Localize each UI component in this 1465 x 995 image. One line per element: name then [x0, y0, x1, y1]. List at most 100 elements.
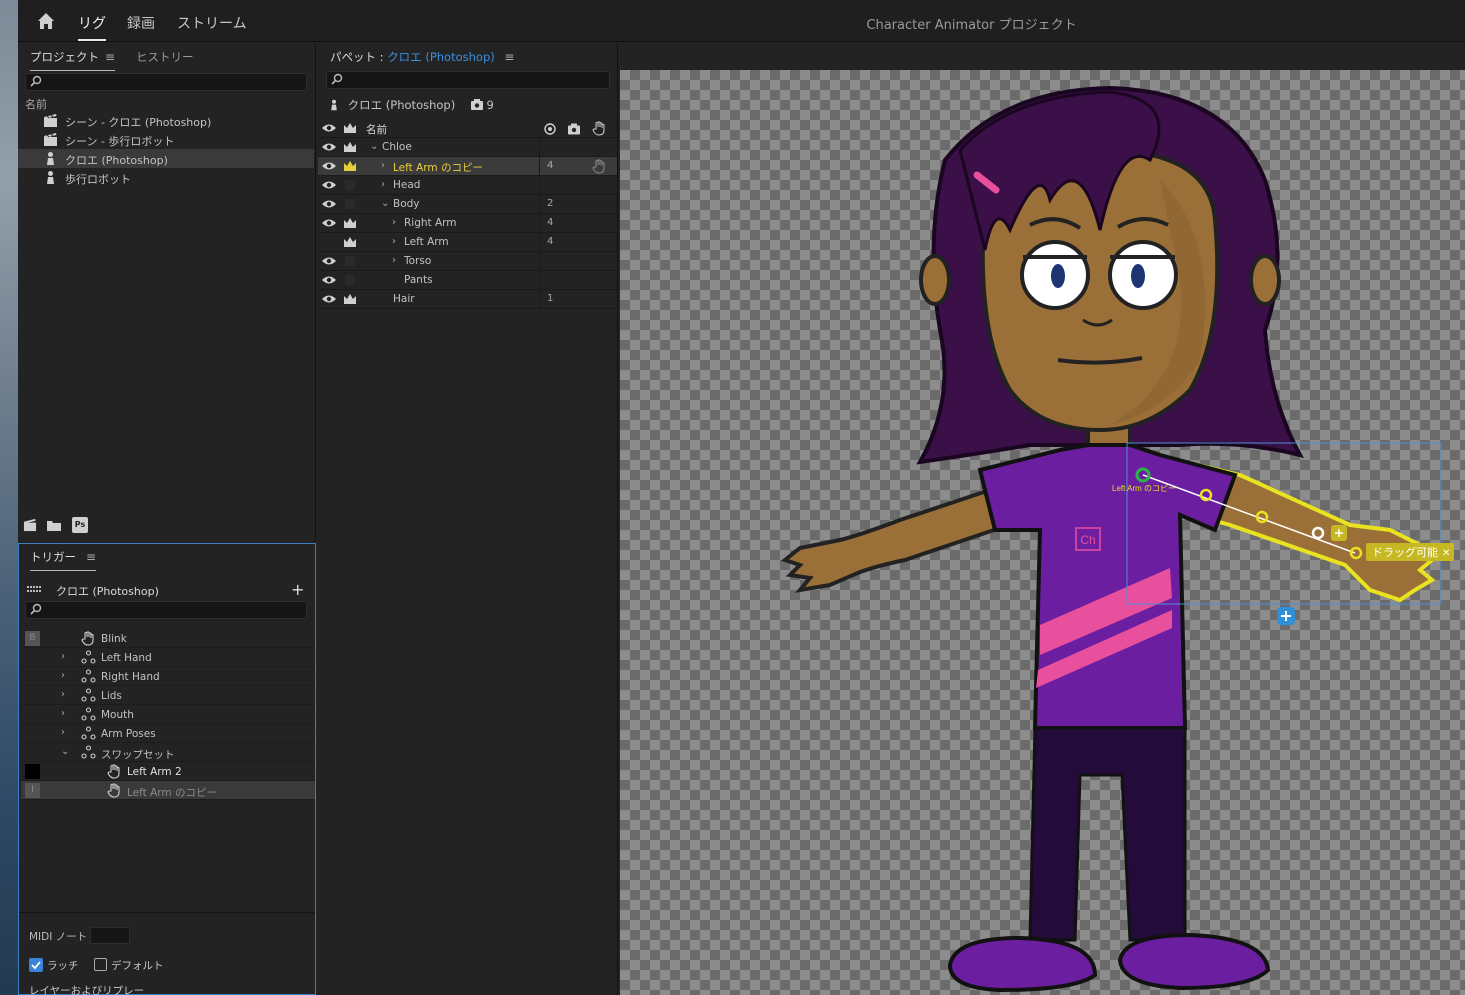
- trigger-row[interactable]: › Right Hand: [21, 667, 315, 686]
- crown-icon[interactable]: [343, 293, 357, 305]
- trigger-key[interactable]: [25, 688, 40, 703]
- default-checkbox[interactable]: [94, 958, 107, 971]
- trigger-row[interactable]: I Left Arm のコピー: [21, 781, 315, 800]
- expand-chevron-icon[interactable]: ›: [381, 160, 385, 171]
- layer-row[interactable]: ⌄ Body 2: [318, 195, 617, 214]
- expand-chevron-icon[interactable]: ›: [392, 255, 396, 266]
- origin-icon[interactable]: [544, 123, 556, 135]
- trigger-row[interactable]: › Arm Poses: [21, 724, 315, 743]
- folder-icon[interactable]: [46, 519, 62, 532]
- layer-row[interactable]: Hair 1: [318, 290, 617, 309]
- layer-row[interactable]: Pants: [318, 271, 617, 290]
- trigger-row[interactable]: › Lids: [21, 686, 315, 705]
- eye-icon[interactable]: [322, 199, 336, 209]
- expand-chevron-icon[interactable]: ›: [61, 708, 65, 719]
- project-item-puppet-chloe[interactable]: クロエ (Photoshop): [18, 149, 314, 168]
- latch-checkbox[interactable]: [29, 958, 43, 972]
- eye-icon[interactable]: [322, 218, 336, 228]
- tab-project[interactable]: プロジェクト ≡: [30, 49, 116, 71]
- menu-icon[interactable]: ≡: [105, 50, 115, 64]
- crown-icon[interactable]: [343, 141, 357, 153]
- collapse-chevron-icon[interactable]: ⌄: [61, 746, 69, 757]
- eye-icon[interactable]: [322, 180, 336, 190]
- expand-chevron-icon[interactable]: ›: [61, 689, 65, 700]
- trigger-row[interactable]: ⌄ スワップセット: [21, 743, 315, 762]
- crown-icon[interactable]: [343, 236, 357, 248]
- puppet-title-prefix: パペット :: [330, 50, 384, 64]
- puppet-title-name: クロエ (Photoshop): [387, 50, 495, 64]
- crown-toggle-empty[interactable]: [345, 199, 355, 209]
- layer-row[interactable]: › Head: [318, 176, 617, 195]
- menu-icon[interactable]: ≡: [504, 50, 514, 64]
- rig-stage[interactable]: Ch Left Arm のコピー ドラッグ可能 ✕: [620, 70, 1465, 995]
- trigger-key[interactable]: B: [25, 631, 40, 646]
- eye-icon[interactable]: [322, 123, 336, 133]
- project-item-scene-chloe[interactable]: シーン - クロエ (Photoshop): [18, 111, 314, 130]
- close-icon[interactable]: ✕: [1442, 548, 1450, 559]
- menu-icon[interactable]: ≡: [86, 550, 96, 564]
- crown-icon[interactable]: [343, 160, 357, 172]
- expand-chevron-icon[interactable]: ›: [61, 670, 65, 681]
- trigger-name: Blink: [101, 633, 127, 645]
- collapse-chevron-icon[interactable]: ⌄: [381, 198, 389, 209]
- trigger-key[interactable]: [25, 669, 40, 684]
- photoshop-icon[interactable]: Ps: [72, 517, 88, 533]
- dragger-icon[interactable]: [592, 121, 605, 136]
- trigger-key[interactable]: [25, 726, 40, 741]
- eye-icon[interactable]: [322, 294, 336, 304]
- crown-toggle-empty[interactable]: [345, 180, 355, 190]
- project-item-puppet-robot[interactable]: 歩行ロボット: [18, 168, 314, 187]
- eye-icon[interactable]: [322, 275, 336, 285]
- layer-row[interactable]: › Right Arm 4: [318, 214, 617, 233]
- trigger-key[interactable]: [25, 707, 40, 722]
- crown-toggle-empty[interactable]: [345, 256, 355, 266]
- layer-row[interactable]: ⌄ Chloe: [318, 138, 617, 157]
- trigger-row[interactable]: B Blink: [21, 629, 315, 648]
- puppet-info-count: 9: [486, 98, 494, 112]
- eye-icon[interactable]: [322, 256, 336, 266]
- expand-chevron-icon[interactable]: ›: [61, 727, 65, 738]
- expand-chevron-icon[interactable]: ›: [381, 179, 385, 190]
- midi-note-input[interactable]: [90, 927, 130, 944]
- collapse-chevron-icon[interactable]: ⌄: [370, 141, 378, 152]
- trigger-name: Left Arm のコピー: [127, 787, 217, 799]
- puppet-panel-title[interactable]: パペット : クロエ (Photoshop) ≡: [330, 49, 514, 65]
- layer-count: 4: [547, 236, 554, 247]
- trigger-row[interactable]: › Mouth: [21, 705, 315, 724]
- expand-chevron-icon[interactable]: ›: [392, 236, 396, 247]
- add-trigger-button[interactable]: +: [291, 580, 304, 599]
- trigger-row[interactable]: Left Arm 2: [21, 762, 315, 781]
- handle-tool-icon[interactable]: [568, 123, 580, 135]
- project-search-input[interactable]: [25, 73, 307, 91]
- crown-toggle-empty[interactable]: [345, 275, 355, 285]
- crown-icon[interactable]: [343, 217, 357, 229]
- puppet-search-input[interactable]: [326, 71, 610, 89]
- dragger-icon[interactable]: [592, 159, 605, 174]
- trigger-search-input[interactable]: [25, 601, 307, 619]
- expand-chevron-icon[interactable]: ›: [61, 651, 65, 662]
- trigger-key[interactable]: [25, 650, 40, 665]
- trigger-row[interactable]: › Left Hand: [21, 648, 315, 667]
- character-artwork[interactable]: Ch Left Arm のコピー ドラッグ可能 ✕: [620, 70, 1465, 995]
- expand-chevron-icon[interactable]: ›: [392, 217, 396, 228]
- tab-trigger[interactable]: トリガー ≡: [30, 549, 97, 571]
- project-item-label: シーン - クロエ (Photoshop): [65, 116, 212, 129]
- draggable-tag-label: ドラッグ可能: [1372, 545, 1438, 559]
- eye-icon[interactable]: [322, 142, 336, 152]
- puppet-info: クロエ (Photoshop) 9: [328, 97, 494, 113]
- layer-row[interactable]: › Torso: [318, 252, 617, 271]
- project-item-scene-robot[interactable]: シーン - 歩行ロボット: [18, 130, 314, 149]
- layer-row[interactable]: › Left Arm 4: [318, 233, 617, 252]
- swapset-icon: [81, 707, 96, 721]
- tab-history[interactable]: ヒストリー: [136, 49, 194, 65]
- trigger-key[interactable]: [25, 764, 40, 779]
- layer-name: Left Arm: [404, 236, 449, 248]
- layer-row[interactable]: › Left Arm のコピー 4: [318, 157, 617, 176]
- new-scene-icon[interactable]: [22, 518, 38, 532]
- crown-icon[interactable]: [343, 122, 357, 134]
- trigger-key[interactable]: [25, 745, 40, 760]
- swapset-icon: [81, 745, 96, 759]
- project-item-label: 歩行ロボット: [65, 173, 131, 186]
- trigger-key[interactable]: I: [25, 783, 40, 798]
- eye-icon[interactable]: [322, 161, 336, 171]
